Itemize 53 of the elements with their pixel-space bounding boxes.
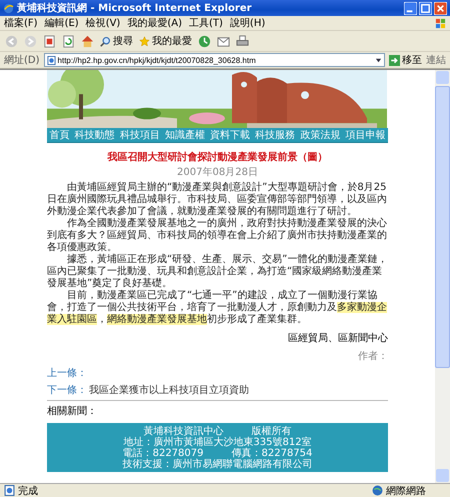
mail-icon[interactable] [217, 34, 230, 48]
scroll-thumb[interactable] [435, 86, 450, 368]
menu-item[interactable]: 編輯(E) [44, 16, 79, 30]
status-text: 完成 [18, 484, 38, 497]
globe-icon [372, 485, 383, 496]
close-icon[interactable] [434, 2, 447, 14]
search-icon [100, 36, 111, 46]
scrollbar[interactable] [435, 70, 450, 483]
stop-icon[interactable] [43, 34, 56, 48]
menu-item[interactable]: 工具(T) [189, 16, 223, 30]
footer-text: 版權所有 [252, 426, 292, 437]
page-icon [4, 485, 15, 496]
home-icon[interactable] [81, 34, 94, 48]
dropdown-icon[interactable] [375, 56, 382, 64]
article-source: 區經貿局、區新聞中心 [287, 332, 388, 345]
windows-logo-icon [435, 18, 446, 28]
window-title: 黃埔科技資訊網 - Microsoft Internet Explorer [17, 2, 253, 15]
printer-icon[interactable] [236, 34, 249, 48]
footer-text: 技術支援：廣州市易網聯電腦網路有限公司 [122, 459, 312, 470]
author-label: 作者： [357, 350, 388, 363]
article-date: 2007年08月28日 [176, 166, 259, 179]
previous-label: 上一條： [47, 366, 87, 380]
footer-text: 電話：82278079 [122, 448, 204, 459]
links-button[interactable]: 連結 [426, 53, 446, 67]
menu-item[interactable]: 說明(H) [230, 16, 266, 30]
paragraph: 由黃埔區經貿局主辦的“動漫產業與創意設計”大型專題研討會，於8月25日在廣州國際玩具禮品城舉行。市科技局、區委宣傳部等部門領導，以及區內外動漫企業代表參加了會議，就動漫產業發展的有關問題進行了研討。 [47, 182, 388, 218]
paragraph: 據悉，黃埔區正在形成“研發、生產、展示、交易”一體化的動漫產業鏈，區內已聚集了一批動漫、玩具和創意設計企業，為打造“國家級網絡動漫產業發展基地”奠定了良好基礎。 [47, 254, 388, 290]
footer-text: 地址：廣州市黃埔區大沙地東335號812室 [123, 437, 312, 448]
related-news-heading: 相關新聞： [47, 400, 388, 418]
history-icon[interactable] [198, 34, 211, 48]
address-field[interactable]: http://hp2.hp.gov.cn/hpkj/kjdt/kjdt/t20070828_30628.htm [44, 53, 385, 67]
star-icon [139, 36, 150, 46]
menu-item[interactable]: 檢視(V) [86, 16, 120, 30]
menu-item[interactable]: 我的最愛(A) [127, 16, 182, 30]
next-article-link[interactable]: 我區企業獲市以上科技項目立項資助 [89, 383, 249, 397]
footer-text: 黃埔科技資訊中心 [144, 426, 224, 437]
next-label: 下一條： [47, 384, 87, 397]
page-icon [46, 56, 56, 64]
favorites-button[interactable]: 我的最愛 [139, 34, 192, 48]
address-label: 網址(D) [4, 54, 40, 67]
footer-text: 傳真：82278754 [232, 448, 312, 459]
paragraph: 作為全國動漫產業發展基地之一的廣州，政府對扶持動漫產業發展的決心到底有多大？區經貿局、市科技局的領導在會上介紹了廣州市扶持動漫產業的各項優惠政策。 [47, 218, 388, 254]
menu-item[interactable]: 檔案(F) [4, 16, 38, 30]
paragraph: 目前，動漫產業區已完成了“七通一平”的建設，成立了一個動漫行業協會，打造了一個公共技術平台，培育了一批動漫人才，原創動力及多家動漫企業入駐園區，網絡動漫產業發展基地初步形成了產業集群。 [47, 290, 388, 326]
arrow-icon [389, 54, 400, 66]
search-button[interactable]: 搜尋 [100, 34, 133, 48]
zone-label: 網際網路 [386, 484, 426, 497]
browser-icon [3, 2, 14, 14]
minimize-icon[interactable] [404, 2, 417, 14]
refresh-icon[interactable] [62, 34, 75, 48]
go-button[interactable]: 移至 [389, 53, 422, 67]
article-title: 我區召開大型研討會探討動漫產業發展前景（圖） [106, 150, 328, 164]
maximize-icon[interactable] [419, 2, 432, 14]
